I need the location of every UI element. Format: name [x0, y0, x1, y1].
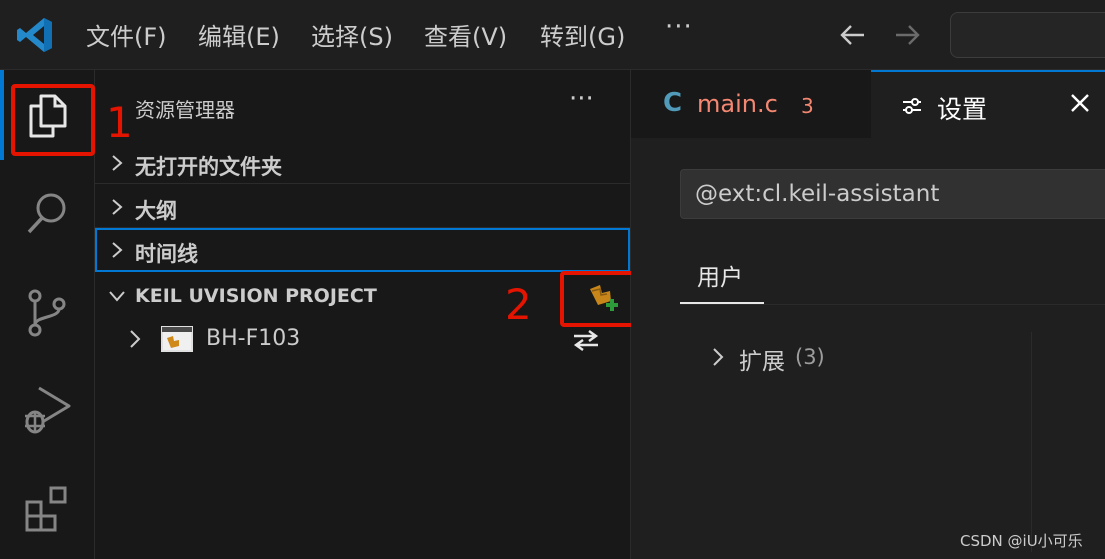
tab-bar: C main.c 3 设置: [631, 70, 1105, 138]
back-arrow-icon[interactable]: [838, 20, 868, 50]
section-timeline[interactable]: 时间线: [95, 228, 630, 272]
title-bar: 文件(F) 编辑(E) 选择(S) 查看(V) 转到(G) ···: [0, 0, 1105, 70]
extensions-icon: [25, 486, 67, 532]
sidebar-more-button[interactable]: ···: [569, 84, 594, 114]
menu-file[interactable]: 文件(F): [86, 17, 167, 52]
extensions-button[interactable]: [0, 462, 94, 552]
settings-divider: [1031, 332, 1032, 552]
tab-label: 设置: [937, 95, 988, 124]
annotation-number-2: 2: [505, 280, 532, 329]
settings-tree-extensions[interactable]: 扩展: [739, 342, 785, 376]
section-label: KEIL UVISION PROJECT: [135, 285, 377, 307]
section-label: 无打开的文件夹: [135, 155, 282, 179]
settings-search-value: @ext:cl.keil-assistant: [695, 181, 940, 207]
section-outline[interactable]: 大纲: [95, 186, 630, 228]
tab-settings[interactable]: 设置: [871, 70, 1105, 138]
command-center-search[interactable]: [950, 12, 1105, 58]
section-no-folder[interactable]: 无打开的文件夹: [95, 142, 630, 184]
close-icon[interactable]: [1069, 92, 1091, 114]
editor-area: C main.c 3 设置 @ext:cl.keil-assistant 用户 …: [631, 70, 1105, 559]
tab-user-scope[interactable]: 用户: [697, 258, 743, 292]
annotation-number-1: 1: [106, 98, 133, 147]
switch-target-icon[interactable]: [571, 328, 601, 352]
menu-go[interactable]: 转到(G): [540, 17, 625, 52]
project-item-bh-f103[interactable]: BH-F103: [95, 318, 630, 360]
explorer-sidebar: 资源管理器 ··· 无打开的文件夹 大纲 时间线 KEIL UVISION PR…: [95, 70, 639, 559]
settings-tree-count: (3): [795, 345, 825, 369]
section-label: 大纲: [135, 199, 177, 223]
run-debug-button[interactable]: [0, 364, 94, 454]
problem-count-badge: 3: [801, 94, 814, 118]
settings-search-input[interactable]: @ext:cl.keil-assistant: [680, 169, 1105, 219]
divider: [680, 304, 1105, 305]
menu-view[interactable]: 查看(V): [424, 17, 507, 52]
section-label: 时间线: [135, 242, 198, 266]
vscode-logo-icon: [17, 18, 52, 52]
search-icon: [27, 193, 66, 234]
tab-main-c[interactable]: C main.c 3: [631, 70, 872, 138]
sidebar-title: 资源管理器: [135, 98, 235, 122]
c-file-icon: C: [663, 88, 683, 118]
run-debug-icon: [25, 386, 71, 434]
chevron-right-icon: [112, 199, 123, 215]
keil-project-icon: [161, 326, 193, 352]
section-keil-project[interactable]: KEIL UVISION PROJECT: [95, 275, 630, 317]
active-indicator: [0, 70, 4, 160]
menu-edit[interactable]: 编辑(E): [198, 17, 280, 52]
annotation-box-1: [11, 84, 95, 156]
source-control-button[interactable]: [0, 266, 94, 356]
chevron-right-icon: [112, 155, 123, 171]
project-item-label: BH-F103: [206, 326, 301, 351]
annotation-box-2: [560, 271, 639, 327]
tab-label: main.c: [697, 90, 778, 118]
chevron-right-icon: [130, 330, 141, 348]
chevron-right-icon: [112, 242, 123, 258]
settings-sliders-icon: [903, 98, 921, 114]
add-project-icon[interactable]: [586, 281, 622, 317]
search-button[interactable]: [0, 168, 94, 258]
source-control-icon: [28, 289, 66, 337]
chevron-right-icon[interactable]: [709, 347, 727, 367]
forward-arrow-icon[interactable]: [892, 20, 922, 50]
watermark: CSDN @iU小可乐: [960, 532, 1083, 550]
menu-more-button[interactable]: ···: [665, 12, 693, 42]
menu-selection[interactable]: 选择(S): [311, 17, 393, 52]
chevron-down-icon: [109, 291, 125, 302]
